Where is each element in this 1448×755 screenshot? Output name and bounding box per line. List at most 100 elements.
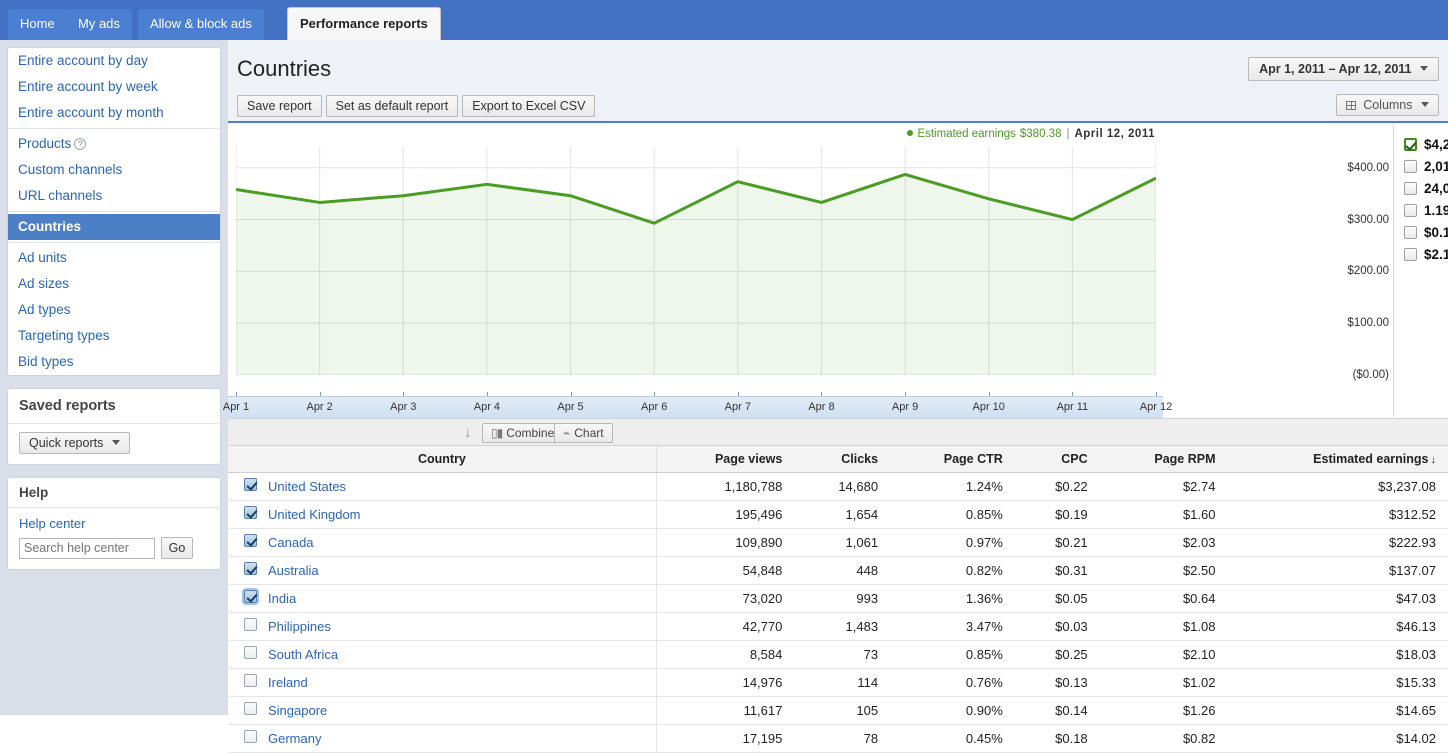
table-header-page-ctr[interactable]: Page CTR — [890, 446, 1015, 472]
sidebar-item-label: Entire account by month — [18, 105, 164, 120]
metric-checkbox-estimated-earnings[interactable] — [1404, 138, 1417, 151]
help-center-link[interactable]: Help center — [19, 516, 209, 531]
set-as-default-report-button[interactable]: Set as default report — [326, 95, 459, 117]
metric-checkbox-page-rpm[interactable] — [1404, 248, 1417, 261]
row-checkbox[interactable] — [244, 646, 257, 659]
metric-checkbox-page-ctr[interactable] — [1404, 204, 1417, 217]
table-row: Canada109,8901,0610.97%$0.21$2.03$222.93 — [228, 528, 1448, 556]
estimated-earnings-cell: $3,237.08 — [1228, 472, 1448, 500]
table-header-clicks[interactable]: Clicks — [794, 446, 890, 472]
sidebar-item-entire-account-by-week[interactable]: Entire account by week — [8, 74, 220, 100]
table-header-page-rpm[interactable]: Page RPM — [1100, 446, 1228, 472]
sidebar-item-entire-account-by-day[interactable]: Entire account by day — [8, 48, 220, 74]
nav-divider — [8, 128, 220, 129]
saved-reports-panel: Saved reports Quick reports — [7, 388, 221, 465]
row-checkbox[interactable] — [244, 562, 257, 575]
sidebar-item-ad-units[interactable]: Ad units — [8, 245, 220, 271]
sidebar-item-label: Ad sizes — [18, 276, 69, 291]
row-checkbox[interactable] — [244, 674, 257, 687]
collapse-arrow-icon[interactable]: ↓ — [464, 424, 472, 441]
countries-table: CountryPage viewsClicksPage CTRCPCPage R… — [228, 446, 1448, 753]
tab-allow-block-ads[interactable]: Allow & block ads — [138, 9, 264, 40]
table-header-page-views[interactable]: Page views — [656, 446, 794, 472]
sidebar-item-targeting-types[interactable]: Targeting types — [8, 323, 220, 349]
sidebar-item-entire-account-by-month[interactable]: Entire account by month — [8, 100, 220, 126]
row-checkbox[interactable] — [244, 506, 257, 519]
row-checkbox[interactable] — [244, 590, 257, 603]
country-link[interactable]: Singapore — [268, 703, 327, 718]
estimated-earnings-cell: $14.65 — [1228, 696, 1448, 724]
chart-x-tick — [989, 392, 990, 396]
cpc-cell: $0.19 — [1015, 500, 1100, 528]
table-header-estimated-earnings[interactable]: Estimated earnings↓ — [1228, 446, 1448, 472]
country-link[interactable]: South Africa — [268, 647, 338, 662]
row-checkbox[interactable] — [244, 702, 257, 715]
report-header: Countries Save reportSet as default repo… — [228, 40, 1448, 123]
help-body: Help center Go — [8, 508, 220, 569]
row-checkbox-cell — [228, 556, 260, 584]
sidebar-item-products[interactable]: Products? — [8, 131, 220, 157]
sidebar-item-ad-sizes[interactable]: Ad sizes — [8, 271, 220, 297]
clicks-cell: 114 — [794, 668, 890, 696]
export-to-excel-csv-button[interactable]: Export to Excel CSV — [462, 95, 595, 117]
country-cell: Singapore — [260, 696, 656, 724]
help-search-input[interactable] — [19, 538, 155, 559]
sidebar-item-label: Targeting types — [18, 328, 110, 343]
date-range-selector[interactable]: Apr 1, 2011 – Apr 12, 2011 — [1248, 57, 1439, 81]
country-link[interactable]: Ireland — [268, 675, 308, 690]
chart-x-tick — [821, 392, 822, 396]
sidebar-item-url-channels[interactable]: URL channels — [8, 183, 220, 209]
metric-checkbox-cpc[interactable] — [1404, 226, 1417, 239]
country-link[interactable]: Germany — [268, 731, 321, 746]
chart-toggle-button[interactable]: ⌁Chart — [554, 423, 613, 443]
save-report-button[interactable]: Save report — [237, 95, 322, 117]
country-link[interactable]: United States — [268, 479, 346, 494]
sidebar-item-bid-types[interactable]: Bid types — [8, 349, 220, 375]
chart-x-tick-label: Apr 9 — [892, 401, 918, 413]
row-checkbox[interactable] — [244, 730, 257, 743]
table-header-cpc[interactable]: CPC — [1015, 446, 1100, 472]
tab-my-ads[interactable]: My ads — [66, 9, 132, 40]
row-checkbox[interactable] — [244, 534, 257, 547]
row-checkbox-cell — [228, 584, 260, 612]
tab-home[interactable]: Home — [8, 9, 67, 40]
page-rpm-cell: $2.10 — [1100, 640, 1228, 668]
country-link[interactable]: Australia — [268, 563, 319, 578]
quick-reports-button[interactable]: Quick reports — [19, 432, 130, 454]
country-link[interactable]: United Kingdom — [268, 507, 361, 522]
help-question-icon[interactable]: ? — [74, 138, 86, 150]
page-ctr-cell: 3.47% — [890, 612, 1015, 640]
country-cell: Philippines — [260, 612, 656, 640]
country-link[interactable]: Philippines — [268, 619, 331, 634]
estimated-earnings-cell: $15.33 — [1228, 668, 1448, 696]
country-link[interactable]: India — [268, 591, 296, 606]
country-link[interactable]: Canada — [268, 535, 314, 550]
estimated-earnings-cell: $222.93 — [1228, 528, 1448, 556]
sidebar-item-countries[interactable]: Countries — [8, 214, 220, 240]
page-views-cell: 109,890 — [656, 528, 794, 556]
chart-x-tick-label: Apr 6 — [641, 401, 667, 413]
chart-x-tick-label: Apr 12 — [1140, 401, 1172, 413]
table-header-country[interactable]: Country — [228, 446, 656, 472]
chart-x-tick — [1156, 392, 1157, 396]
help-panel: Help Help center Go — [7, 477, 221, 570]
help-search-go-button[interactable]: Go — [161, 537, 194, 559]
cpc-cell: $0.13 — [1015, 668, 1100, 696]
page-views-cell: 1,180,788 — [656, 472, 794, 500]
combine-icon: ▯▮ — [491, 426, 502, 440]
tab-performance-reports[interactable]: Performance reports — [287, 7, 441, 40]
row-checkbox[interactable] — [244, 478, 257, 491]
page-ctr-cell: 0.97% — [890, 528, 1015, 556]
combine-button[interactable]: ▯▮Combine — [482, 423, 563, 443]
metric-checkbox-clicks[interactable] — [1404, 182, 1417, 195]
page-views-cell: 54,848 — [656, 556, 794, 584]
chart-y-tick-label: ($0.00) — [1353, 369, 1389, 381]
sidebar-item-ad-types[interactable]: Ad types — [8, 297, 220, 323]
table-row: Australia54,8484480.82%$0.31$2.50$137.07 — [228, 556, 1448, 584]
country-cell: Ireland — [260, 668, 656, 696]
country-cell: India — [260, 584, 656, 612]
row-checkbox[interactable] — [244, 618, 257, 631]
columns-button[interactable]: Columns — [1336, 94, 1439, 116]
sidebar-item-custom-channels[interactable]: Custom channels — [8, 157, 220, 183]
metric-checkbox-page-views[interactable] — [1404, 160, 1417, 173]
